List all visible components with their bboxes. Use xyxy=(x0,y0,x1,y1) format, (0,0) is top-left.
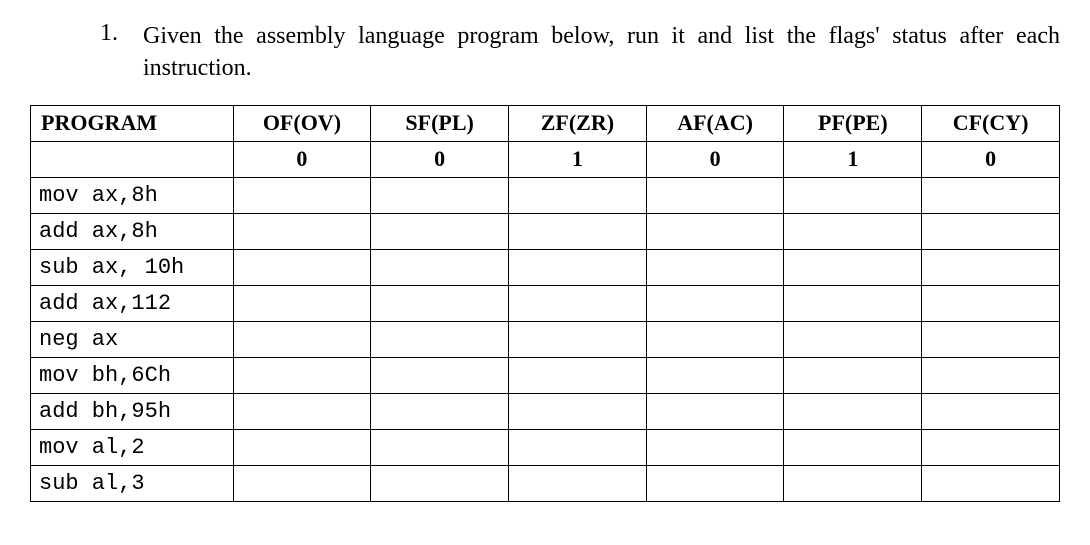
cell-af xyxy=(646,465,784,501)
cell-cf xyxy=(922,393,1060,429)
cell-pf xyxy=(784,213,922,249)
cell-of xyxy=(233,249,371,285)
header-program: PROGRAM xyxy=(31,105,234,141)
cell-af xyxy=(646,249,784,285)
cell-program: add ax,112 xyxy=(31,285,234,321)
cell-zf xyxy=(509,429,647,465)
question-text: Given the assembly language program belo… xyxy=(143,20,1060,85)
cell-af xyxy=(646,393,784,429)
cell-af xyxy=(646,357,784,393)
cell-sf xyxy=(371,321,509,357)
cell-of: 0 xyxy=(233,141,371,177)
cell-of xyxy=(233,465,371,501)
cell-of xyxy=(233,285,371,321)
cell-pf xyxy=(784,285,922,321)
header-af: AF(AC) xyxy=(646,105,784,141)
cell-pf xyxy=(784,429,922,465)
cell-pf xyxy=(784,249,922,285)
header-pf: PF(PE) xyxy=(784,105,922,141)
cell-af xyxy=(646,177,784,213)
cell-sf xyxy=(371,213,509,249)
cell-program xyxy=(31,141,234,177)
cell-cf xyxy=(922,213,1060,249)
table-row: mov bh,6Ch xyxy=(31,357,1060,393)
cell-of xyxy=(233,357,371,393)
cell-program: mov bh,6Ch xyxy=(31,357,234,393)
cell-zf xyxy=(509,249,647,285)
header-cf: CF(CY) xyxy=(922,105,1060,141)
table-row: mov ax,8h xyxy=(31,177,1060,213)
cell-cf xyxy=(922,285,1060,321)
cell-program: mov al,2 xyxy=(31,429,234,465)
table-row: add bh,95h xyxy=(31,393,1060,429)
cell-sf xyxy=(371,285,509,321)
cell-cf xyxy=(922,465,1060,501)
cell-af xyxy=(646,213,784,249)
cell-zf xyxy=(509,465,647,501)
question-number: 1. xyxy=(100,20,125,85)
cell-of xyxy=(233,213,371,249)
header-zf: ZF(ZR) xyxy=(509,105,647,141)
cell-program: mov ax,8h xyxy=(31,177,234,213)
table-row: add ax,8h xyxy=(31,213,1060,249)
table-header-row: PROGRAM OF(OV) SF(PL) ZF(ZR) AF(AC) PF(P… xyxy=(31,105,1060,141)
cell-sf xyxy=(371,177,509,213)
table-row: 0 0 1 0 1 0 xyxy=(31,141,1060,177)
cell-pf: 1 xyxy=(784,141,922,177)
cell-program: add bh,95h xyxy=(31,393,234,429)
cell-cf: 0 xyxy=(922,141,1060,177)
cell-of xyxy=(233,429,371,465)
header-of: OF(OV) xyxy=(233,105,371,141)
cell-program: sub ax, 10h xyxy=(31,249,234,285)
cell-cf xyxy=(922,357,1060,393)
flags-table: PROGRAM OF(OV) SF(PL) ZF(ZR) AF(AC) PF(P… xyxy=(30,105,1060,502)
table-row: sub ax, 10h xyxy=(31,249,1060,285)
cell-of xyxy=(233,321,371,357)
cell-cf xyxy=(922,429,1060,465)
cell-zf xyxy=(509,213,647,249)
cell-zf xyxy=(509,177,647,213)
cell-cf xyxy=(922,321,1060,357)
cell-cf xyxy=(922,177,1060,213)
cell-program: sub al,3 xyxy=(31,465,234,501)
cell-sf xyxy=(371,465,509,501)
question-block: 1. Given the assembly language program b… xyxy=(30,20,1060,85)
cell-af xyxy=(646,285,784,321)
cell-program: add ax,8h xyxy=(31,213,234,249)
cell-af: 0 xyxy=(646,141,784,177)
cell-zf xyxy=(509,357,647,393)
cell-zf xyxy=(509,285,647,321)
header-sf: SF(PL) xyxy=(371,105,509,141)
cell-af xyxy=(646,429,784,465)
cell-cf xyxy=(922,249,1060,285)
table-row: sub al,3 xyxy=(31,465,1060,501)
cell-of xyxy=(233,393,371,429)
cell-sf: 0 xyxy=(371,141,509,177)
cell-sf xyxy=(371,249,509,285)
cell-zf xyxy=(509,321,647,357)
cell-sf xyxy=(371,393,509,429)
table-row: neg ax xyxy=(31,321,1060,357)
table-row: mov al,2 xyxy=(31,429,1060,465)
cell-pf xyxy=(784,357,922,393)
cell-of xyxy=(233,177,371,213)
cell-zf: 1 xyxy=(509,141,647,177)
cell-sf xyxy=(371,429,509,465)
cell-zf xyxy=(509,393,647,429)
cell-pf xyxy=(784,321,922,357)
table-row: add ax,112 xyxy=(31,285,1060,321)
cell-pf xyxy=(784,465,922,501)
cell-pf xyxy=(784,177,922,213)
cell-sf xyxy=(371,357,509,393)
cell-af xyxy=(646,321,784,357)
cell-program: neg ax xyxy=(31,321,234,357)
table-body: 0 0 1 0 1 0 mov ax,8h add ax,8h sub ax xyxy=(31,141,1060,501)
cell-pf xyxy=(784,393,922,429)
